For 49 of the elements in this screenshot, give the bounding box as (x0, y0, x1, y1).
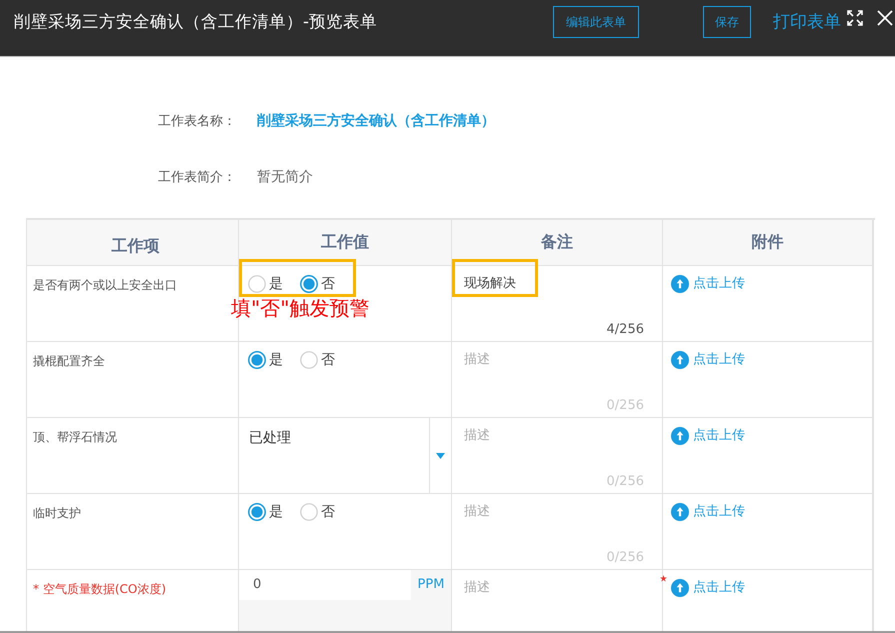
column-header: 附件 (663, 220, 874, 266)
radio-option[interactable]: 是 (248, 503, 283, 521)
intro-text: 暂无简介 (257, 168, 313, 186)
radio-checked-icon[interactable] (248, 351, 266, 369)
close-icon[interactable] (877, 10, 893, 26)
print-link[interactable]: 打印表单 (773, 6, 841, 38)
column-header: 工作项 (27, 220, 239, 266)
outline-button[interactable]: 编辑此表单 (553, 6, 639, 38)
upload-link[interactable]: 点击上传 (671, 427, 745, 445)
upload-icon (671, 503, 689, 521)
column-header: 工作值 (239, 220, 452, 266)
upload-icon (671, 579, 689, 597)
radio-unchecked-icon[interactable] (248, 275, 266, 293)
radio-option[interactable]: 否 (300, 275, 335, 293)
upload-icon (671, 351, 689, 369)
item-label: 撬棍配置齐全 (33, 354, 105, 368)
radio-option[interactable]: 否 (300, 503, 335, 521)
upload-icon (671, 427, 689, 445)
number-field[interactable]: 0 (239, 570, 411, 600)
form-name-text: 削壁采场三方安全确认（含工作清单） (257, 112, 495, 130)
item-label: 是否有两个或以上安全出口 (33, 278, 177, 292)
select-field[interactable]: 已处理 (239, 418, 451, 493)
char-counter: 4/256 (606, 321, 644, 339)
radio-option[interactable]: 否 (300, 351, 335, 369)
note-field[interactable]: 现场解决 4/256 (452, 266, 662, 341)
item-label: * 空气质量数据(CO浓度) (33, 582, 166, 596)
radio-option[interactable]: 是 (248, 275, 283, 293)
field-label: 工作表简介： (158, 169, 237, 186)
radio-unchecked-icon[interactable] (300, 351, 318, 369)
item-label: 临时支护 (33, 506, 81, 520)
warning-text: 填"否"触发预警 (231, 296, 370, 320)
upload-link[interactable]: 点击上传 (671, 351, 745, 369)
window-title: 削壁采场三方安全确认（含工作清单）-预览表单 (14, 11, 377, 33)
radio-unchecked-icon[interactable] (300, 503, 318, 521)
field-label: 工作表名称： (158, 113, 237, 130)
outline-button[interactable]: 保存 (703, 6, 751, 38)
fullscreen-icon[interactable] (847, 10, 863, 26)
note-field[interactable]: 描述 (452, 570, 662, 631)
upload-icon (671, 275, 689, 293)
caret-down-icon (436, 452, 445, 458)
radio-checked-icon[interactable] (300, 275, 318, 293)
column-header: 备注 (452, 220, 663, 266)
upload-link[interactable]: 点击上传 (671, 579, 745, 597)
upload-link[interactable]: 点击上传 (671, 503, 745, 521)
item-label: 顶、帮浮石情况 (33, 430, 117, 444)
radio-checked-icon[interactable] (248, 503, 266, 521)
radio-option[interactable]: 是 (248, 351, 283, 369)
unit-label: PPM (416, 576, 446, 594)
upload-link[interactable]: 点击上传 (671, 275, 745, 293)
